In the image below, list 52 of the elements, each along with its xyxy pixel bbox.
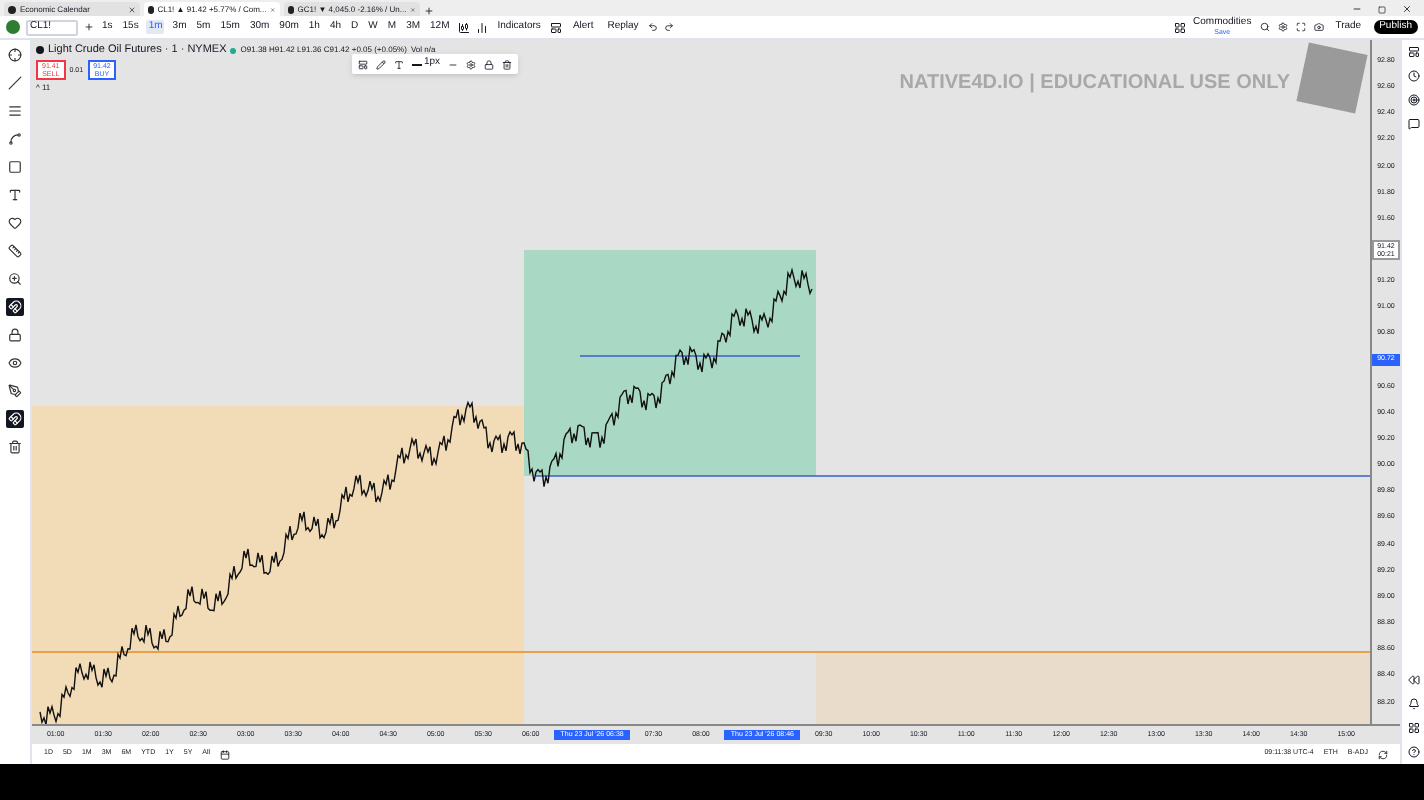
delete-icon[interactable] [6,438,24,456]
delete-icon[interactable] [502,59,513,69]
watermark-text: NATIVE4D.IO | EDUCATIONAL USE ONLY [899,70,1290,98]
rewind-icon[interactable] [1407,674,1419,686]
symbol-icon [36,46,44,55]
lock-icon[interactable] [484,59,495,69]
add-icon[interactable] [84,22,94,32]
site-icon [148,5,154,13]
templates-icon[interactable] [550,21,563,33]
chat-icon[interactable] [1407,118,1419,130]
site-icon [288,5,294,13]
clock-icon[interactable] [1407,70,1419,82]
auto-scale-icon[interactable] [1378,749,1388,759]
fullscreen-icon[interactable] [1295,22,1306,32]
undo-icon[interactable] [648,22,659,32]
magnet-icon[interactable] [6,298,24,316]
lines-icon[interactable] [6,102,24,120]
search-icon[interactable] [1259,22,1270,32]
pencil-icon[interactable] [376,59,386,69]
magnet-icon[interactable] [6,410,24,428]
curve-icon[interactable] [6,130,24,148]
grid-icon[interactable] [1407,722,1419,734]
chart-type-icon[interactable] [457,21,470,33]
minimize-icon[interactable] [1352,4,1362,14]
maximize-icon[interactable] [1378,5,1386,13]
zoom-icon[interactable] [6,270,24,288]
crosshair-icon[interactable] [6,46,24,64]
rectangle-icon[interactable] [6,158,24,176]
camera-icon[interactable] [1313,22,1324,32]
lock-icon[interactable] [6,326,24,344]
heart-icon[interactable] [6,214,24,232]
calendar-icon[interactable] [220,749,231,759]
ruler-icon[interactable] [6,242,24,260]
redo-icon[interactable] [664,22,675,32]
pen-icon[interactable] [6,382,24,400]
template-icon[interactable] [358,59,368,69]
layout-icon[interactable] [1173,21,1186,33]
settings-icon[interactable] [466,59,477,69]
eye-icon[interactable] [6,354,24,372]
site-icon [8,5,16,13]
line-icon[interactable] [6,74,24,92]
line-style-icon[interactable] [448,59,459,69]
text-icon[interactable] [394,59,404,69]
bars-icon[interactable] [475,21,488,33]
settings-icon[interactable] [1277,22,1288,32]
new-tab-icon[interactable] [424,6,434,16]
help-icon[interactable] [1407,746,1419,758]
target-icon[interactable] [1407,94,1419,106]
notification-icon[interactable] [1407,698,1419,710]
avatar[interactable] [6,20,20,34]
watchlist-icon[interactable] [1407,46,1419,58]
text-icon[interactable] [6,186,24,204]
